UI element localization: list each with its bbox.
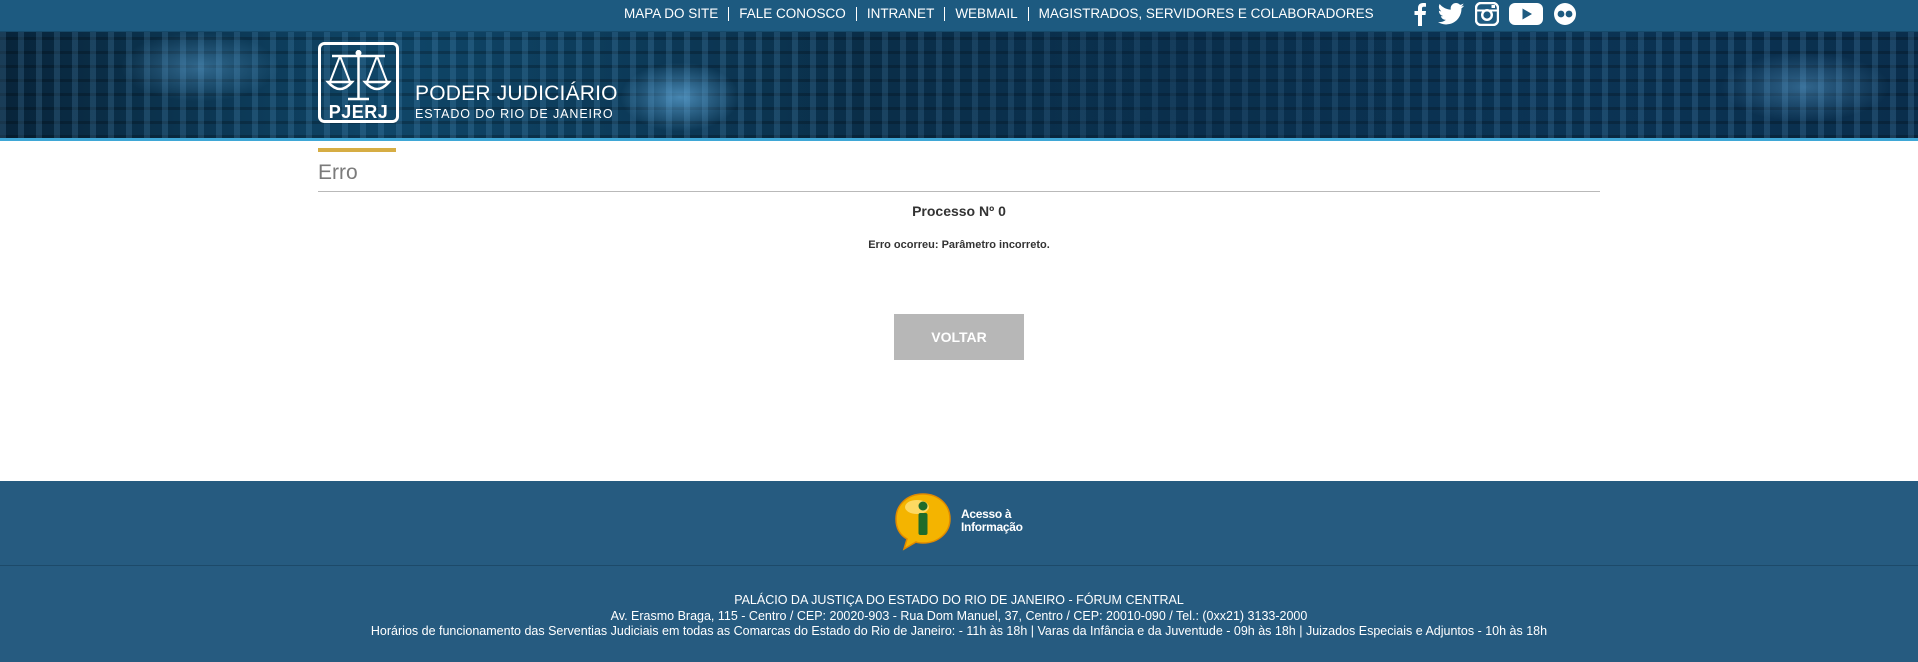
footer-address: Av. Erasmo Braga, 115 - Centro / CEP: 20…	[610, 608, 1308, 623]
header-banner	[0, 32, 1918, 138]
instagram-icon[interactable]	[1475, 1, 1499, 26]
back-button[interactable]: VOLTAR	[894, 314, 1024, 360]
info-icon	[895, 493, 951, 551]
top-nav: MAPA DO SITE FALE CONOSCO INTRANET WEBMA…	[615, 0, 1384, 27]
footer-address-title: PALÁCIO DA JUSTIÇA DO ESTADO DO RIO DE J…	[734, 593, 1184, 607]
nav-link-webmail[interactable]: WEBMAIL	[945, 6, 1029, 21]
brand-title: PODER JUDICIÁRIO	[415, 82, 618, 105]
acesso-label-line2: Informação	[961, 520, 1023, 534]
page-title: Erro	[318, 161, 358, 184]
social-links	[1413, 0, 1577, 27]
section-title-accent	[318, 148, 396, 152]
footer-info: PALÁCIO DA JUSTIÇA DO ESTADO DO RIO DE J…	[0, 593, 1918, 640]
nav-link-mapa-do-site[interactable]: MAPA DO SITE	[615, 6, 730, 21]
pjerj-logo[interactable]: PJERJ	[318, 42, 399, 123]
flickr-icon[interactable]	[1553, 2, 1577, 26]
twitter-icon[interactable]	[1437, 2, 1465, 25]
section-divider	[318, 191, 1600, 192]
banner-underline	[0, 138, 1918, 141]
acesso-label: Acesso à Informação	[961, 508, 1023, 534]
top-bar: MAPA DO SITE FALE CONOSCO INTRANET WEBMA…	[0, 0, 1918, 32]
footer-hours: Horários de funcionamento das Serventias…	[370, 624, 1548, 638]
footer: Acesso à Informação PALÁCIO DA JUSTIÇA D…	[0, 481, 1918, 662]
footer-divider	[0, 565, 1918, 566]
logo-text: PJERJ	[329, 102, 389, 122]
nav-link-magistrados[interactable]: MAGISTRADOS, SERVIDORES E COLABORADORES	[1029, 6, 1384, 21]
nav-link-fale-conosco[interactable]: FALE CONOSCO	[729, 6, 857, 21]
acesso-informacao-link[interactable]: Acesso à Informação	[893, 491, 1033, 551]
processo-number: Processo Nº 0	[912, 203, 1006, 219]
nav-link-intranet[interactable]: INTRANET	[857, 6, 946, 21]
facebook-icon[interactable]	[1413, 2, 1427, 26]
brand-subtitle: ESTADO DO RIO DE JANEIRO	[415, 107, 614, 121]
error-message: Erro ocorreu: Parâmetro incorreto.	[868, 239, 1050, 251]
youtube-icon[interactable]	[1509, 2, 1543, 26]
